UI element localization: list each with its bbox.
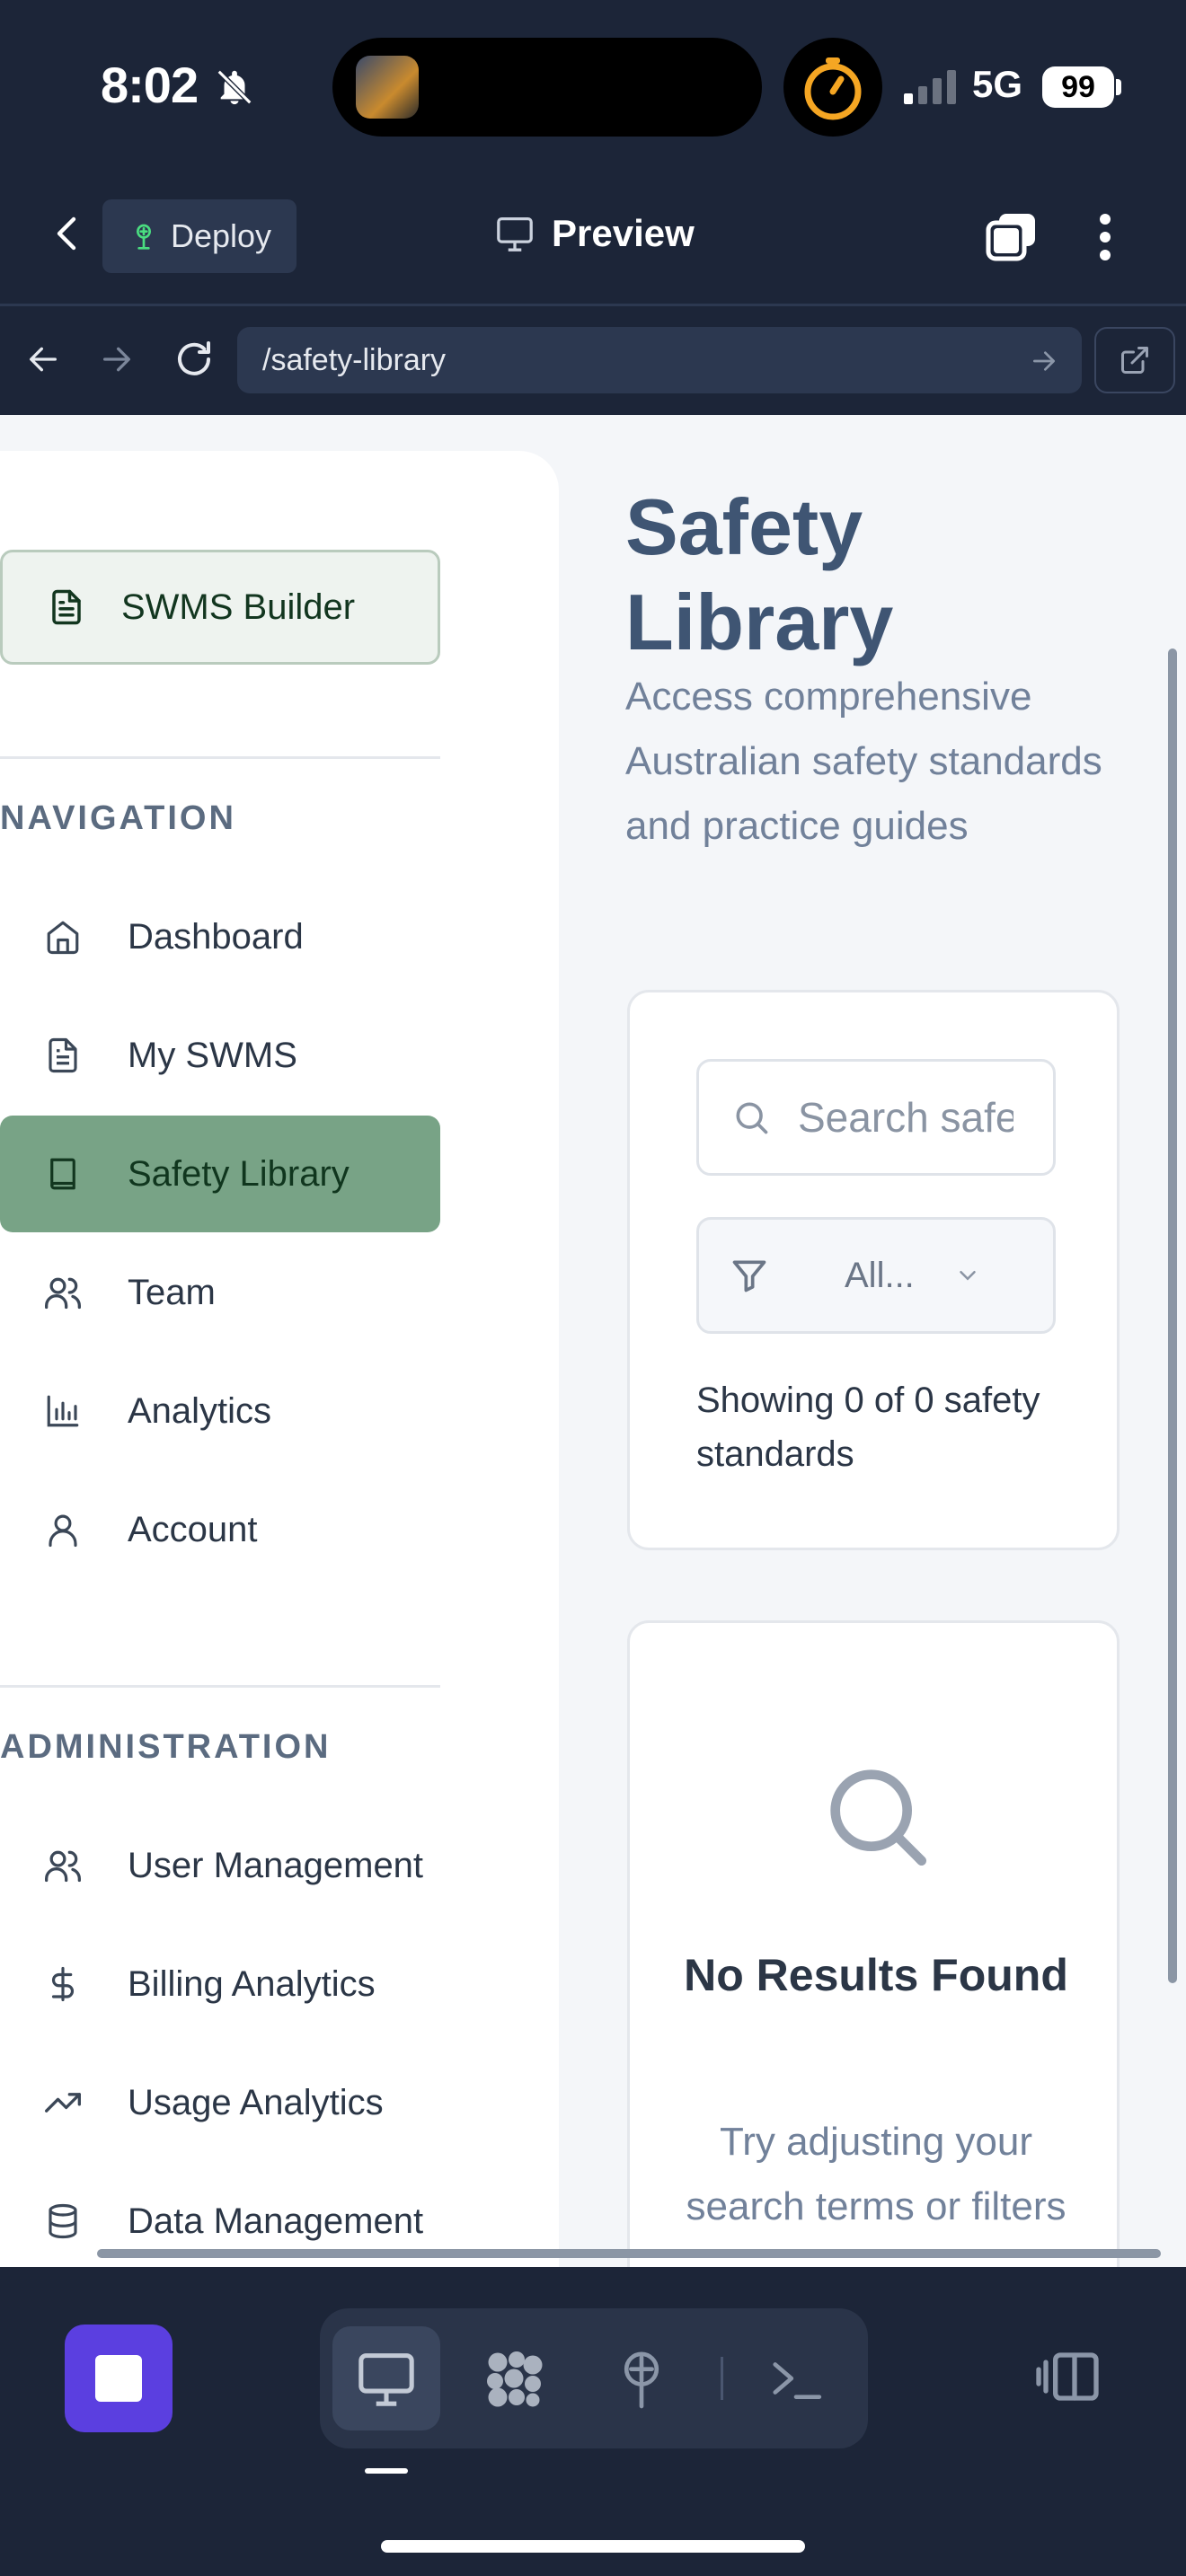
search-field[interactable] xyxy=(696,1059,1056,1176)
empty-state-card: No Results Found Try adjusting your sear… xyxy=(627,1620,1120,2267)
home-indicator xyxy=(381,2540,805,2553)
deploy-icon xyxy=(624,2351,659,2409)
document-icon xyxy=(52,589,81,625)
administration-heading: ADMINISTRATION xyxy=(0,1728,332,1766)
sidebar-item-dashboard[interactable]: Dashboard xyxy=(0,878,440,995)
tabs-icon[interactable] xyxy=(983,210,1040,264)
sidebar-divider xyxy=(0,1685,440,1688)
filter-card: All... Showing 0 of 0 safety standards xyxy=(627,990,1120,1550)
panel-toggle-icon[interactable] xyxy=(1033,2348,1102,2405)
sidebar-item-my-swms[interactable]: My SWMS xyxy=(0,997,440,1114)
users-icon xyxy=(45,1850,81,1883)
tool-switcher xyxy=(320,2308,868,2448)
browser-back-icon[interactable] xyxy=(25,341,61,377)
sidebar-item-label: Data Management xyxy=(128,2201,424,2241)
dollar-icon xyxy=(51,1966,75,2002)
sidebar-item-usage-analytics[interactable]: Usage Analytics xyxy=(0,2044,440,2161)
web-viewport: SWMS Builder NAVIGATION Dashboard My SWM… xyxy=(0,415,1186,2267)
bell-off-icon xyxy=(217,69,252,105)
sidebar-item-label: Safety Library xyxy=(128,1153,350,1194)
trending-up-icon xyxy=(45,2093,81,2113)
stop-icon xyxy=(95,2355,142,2402)
preview-tool-button[interactable] xyxy=(332,2326,440,2430)
search-icon xyxy=(830,1769,926,1866)
empty-state-title: No Results Found xyxy=(684,1950,1068,2000)
home-icon xyxy=(47,921,79,955)
page-title: Safety Library xyxy=(625,482,894,666)
active-tab-indicator xyxy=(365,2468,408,2474)
sidebar-item-label: Dashboard xyxy=(128,916,304,957)
reload-icon[interactable] xyxy=(173,338,216,381)
grid-blobs-icon xyxy=(487,2351,543,2407)
sidebar-item-label: Account xyxy=(128,1509,258,1549)
url-text: /safety-library xyxy=(262,343,447,377)
chevron-down-icon xyxy=(960,1271,976,1281)
navigation-heading: NAVIGATION xyxy=(0,799,236,837)
book-icon xyxy=(50,1158,75,1190)
signal-icon xyxy=(904,70,956,104)
stopwatch-icon xyxy=(804,57,862,120)
battery-tip xyxy=(1116,79,1121,95)
toolbar-separator xyxy=(721,2357,723,2400)
sidebar-item-billing-analytics[interactable]: Billing Analytics xyxy=(0,1926,440,2042)
document-icon xyxy=(49,1037,77,1073)
battery-indicator: 99 xyxy=(1042,66,1114,108)
external-link-icon xyxy=(1121,347,1148,374)
preview-label: Preview xyxy=(552,212,695,254)
results-count: Showing 0 of 0 safety standards xyxy=(696,1381,1040,1474)
console-tool-button[interactable] xyxy=(742,2326,850,2430)
url-input[interactable]: /safety-library xyxy=(237,327,1082,393)
monitor-icon xyxy=(358,2353,414,2406)
preview-title: Preview xyxy=(494,212,695,255)
sidebar-item-label: Analytics xyxy=(128,1390,272,1431)
users-icon xyxy=(45,1277,81,1310)
deploy-tool-button[interactable] xyxy=(588,2326,695,2430)
deploy-icon xyxy=(137,224,151,250)
sidebar-item-account[interactable]: Account xyxy=(0,1471,440,1588)
divider xyxy=(0,304,1186,306)
empty-state-message: Try adjusting your search terms or filte… xyxy=(686,2120,1067,2228)
swms-builder-label: SWMS Builder xyxy=(121,587,356,627)
sidebar-item-safety-library[interactable]: Safety Library xyxy=(0,1116,440,1232)
open-external-button[interactable] xyxy=(1094,327,1175,393)
browser-forward-icon[interactable] xyxy=(99,341,135,377)
sidebar-item-label: My SWMS xyxy=(128,1035,297,1075)
user-icon xyxy=(49,1514,77,1548)
back-chevron-icon[interactable] xyxy=(47,212,90,255)
sidebar-item-team[interactable]: Team xyxy=(0,1234,440,1351)
terminal-icon xyxy=(773,2362,822,2399)
deploy-button[interactable]: Deploy xyxy=(102,199,296,273)
sidebar: SWMS Builder NAVIGATION Dashboard My SWM… xyxy=(0,451,559,2267)
filter-icon xyxy=(732,1260,766,1292)
search-input[interactable] xyxy=(798,1093,1013,1142)
monitor-icon xyxy=(497,217,533,251)
network-label: 5G xyxy=(972,63,1023,105)
sidebar-divider xyxy=(0,756,440,759)
deploy-label: Deploy xyxy=(171,217,272,254)
more-options-icon[interactable] xyxy=(1085,210,1125,264)
stop-button[interactable] xyxy=(65,2325,173,2432)
page-subtitle: Access comprehensive Australian safety s… xyxy=(625,675,1102,848)
sidebar-item-label: Usage Analytics xyxy=(128,2082,384,2122)
go-arrow-icon[interactable] xyxy=(1030,347,1058,375)
search-icon xyxy=(736,1102,768,1134)
sidebar-item-user-management[interactable]: User Management xyxy=(0,1807,440,1924)
sidebar-item-label: User Management xyxy=(128,1845,424,1885)
sidebar-item-label: Team xyxy=(128,1272,216,1312)
swms-builder-button[interactable]: SWMS Builder xyxy=(0,550,440,665)
status-time: 8:02 xyxy=(101,57,199,113)
vertical-scrollbar[interactable] xyxy=(1168,648,1177,1983)
filter-value: All... xyxy=(845,1255,915,1295)
app-icon xyxy=(356,56,419,119)
timer-indicator xyxy=(783,38,882,137)
workspace-tool-button[interactable] xyxy=(460,2326,568,2430)
bar-chart-icon xyxy=(47,1395,79,1427)
database-icon xyxy=(49,2203,77,2239)
sidebar-item-label: Billing Analytics xyxy=(128,1963,376,2004)
sidebar-item-analytics[interactable]: Analytics xyxy=(0,1353,440,1469)
horizontal-scrollbar[interactable] xyxy=(97,2249,1161,2258)
category-filter-select[interactable]: All... xyxy=(696,1217,1056,1334)
